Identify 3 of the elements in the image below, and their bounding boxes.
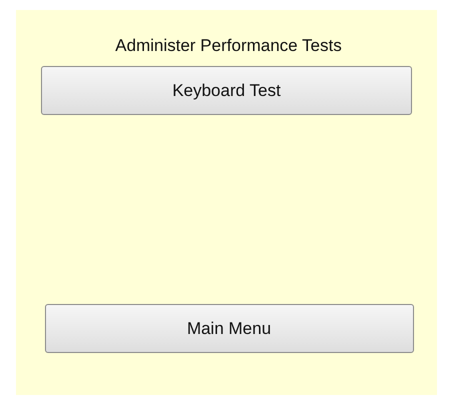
menu-button[interactable]: Keyboard Test bbox=[41, 66, 412, 115]
heading: Administer Performance Tests bbox=[115, 35, 342, 57]
menu-button[interactable]: Main Menu bbox=[44, 304, 414, 353]
